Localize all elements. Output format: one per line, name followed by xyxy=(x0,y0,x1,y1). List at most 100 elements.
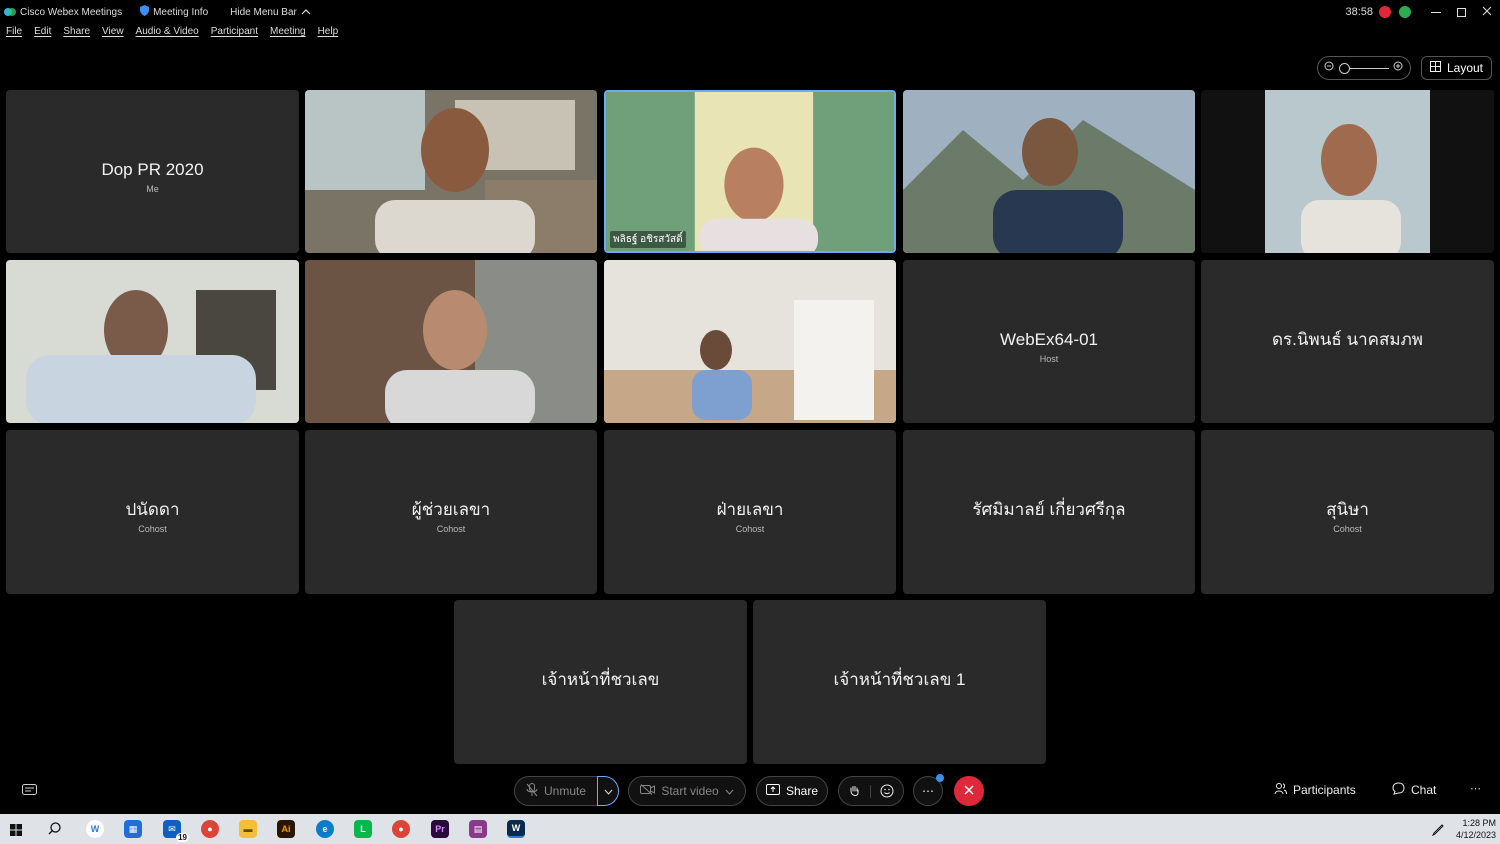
windows-taskbar: W ▦ ✉ 19 ● ▬ Ai e L ● Pr ▤ W 1:28 PM 4/1… xyxy=(0,814,1500,844)
participant-tile-secretary[interactable]: ฝ่ายเลขา Cohost xyxy=(604,430,896,594)
participant-video-room[interactable] xyxy=(604,260,896,423)
participant-tile-webex[interactable]: WebEx64-01 Host xyxy=(903,260,1195,423)
participant-name: เจ้าหน้าที่ชวเลข xyxy=(541,669,660,689)
more-options-button[interactable]: ⋯ xyxy=(913,774,944,806)
participant-tile-staff-1[interactable]: เจ้าหน้าที่ชวเลข 1 xyxy=(753,600,1046,764)
participant-tile-ratsami[interactable]: รัศมิมาลย์ เกี่ยวศรีกุล xyxy=(903,430,1195,594)
app-name: Cisco Webex Meetings xyxy=(20,6,123,18)
app-title: Cisco Webex Meetings xyxy=(4,7,122,18)
participant-name: ปนัดดา xyxy=(125,499,180,519)
unmute-button[interactable]: Unmute xyxy=(514,776,598,806)
zoom-in-icon[interactable] xyxy=(1393,59,1404,77)
participants-icon xyxy=(1274,782,1287,798)
chrome-app-icon[interactable]: ● xyxy=(201,820,219,838)
participant-tile-panadda[interactable]: ปนัดดา Cohost xyxy=(6,430,299,594)
participant-video-office[interactable] xyxy=(6,260,299,423)
network-health-icon[interactable] xyxy=(1399,6,1411,18)
premiere-app-icon[interactable]: Pr xyxy=(431,820,449,838)
participant-video-wall[interactable] xyxy=(1201,90,1494,253)
pen-icon[interactable] xyxy=(1431,823,1444,841)
participant-tile-me[interactable]: Dop PR 2020 Me xyxy=(6,90,299,253)
restore-icon[interactable] xyxy=(1457,7,1466,17)
meeting-info-button[interactable]: Meeting Info xyxy=(140,5,208,19)
participant-name: ผู้ช่วยเลขา xyxy=(411,499,491,519)
audio-options-dropdown[interactable] xyxy=(597,776,619,806)
raise-hand-icon[interactable] xyxy=(839,784,871,798)
camera-off-icon xyxy=(640,784,656,798)
outlook-badge: 19 xyxy=(176,833,189,842)
meeting-timer: 38:58 xyxy=(1345,6,1373,18)
participant-video-car[interactable] xyxy=(305,90,597,253)
store-app-icon[interactable]: ▦ xyxy=(124,820,142,838)
participant-name: ฝ่ายเลขา xyxy=(716,499,784,519)
share-screen-icon xyxy=(765,784,780,798)
word-app-icon[interactable]: W xyxy=(86,820,104,838)
participant-tile-staff[interactable]: เจ้าหน้าที่ชวเลข xyxy=(454,600,747,764)
winrar-app-icon[interactable]: ▤ xyxy=(469,820,487,838)
menu-file[interactable]: File xyxy=(6,26,22,42)
participants-button[interactable]: Participants xyxy=(1274,782,1356,798)
participant-video-bookshelf[interactable] xyxy=(305,260,597,423)
file-explorer-icon[interactable]: ▬ xyxy=(239,820,257,838)
chat-icon xyxy=(1392,782,1405,798)
layout-button[interactable]: Layout xyxy=(1420,56,1492,80)
participant-name: เจ้าหน้าที่ชวเลข 1 xyxy=(833,669,966,689)
webex-logo-icon xyxy=(4,7,16,17)
video-feed-office xyxy=(6,260,299,423)
more-panels-icon[interactable]: ⋯ xyxy=(1470,782,1481,795)
menu-audio-video[interactable]: Audio & Video xyxy=(136,26,199,42)
recording-icon[interactable] xyxy=(1379,6,1391,18)
menu-participant[interactable]: Participant xyxy=(211,26,258,42)
illustrator-app-icon[interactable]: Ai xyxy=(277,820,295,838)
outlook-app-icon[interactable]: ✉ 19 xyxy=(163,820,189,842)
video-feed-mountain xyxy=(903,90,1195,253)
video-feed-room xyxy=(604,260,896,423)
participant-video-active-speaker[interactable]: พลิธฐ์ อชิรสวัสดิ์ xyxy=(604,90,896,253)
participant-role: Me xyxy=(146,183,159,194)
video-feed-bookshelf xyxy=(305,260,597,423)
minimize-icon[interactable] xyxy=(1431,11,1441,13)
participant-role: Cohost xyxy=(735,524,765,534)
participant-tile-sunisa[interactable]: สุนิษา Cohost xyxy=(1201,430,1494,594)
close-icon[interactable] xyxy=(1482,6,1492,19)
start-video-label: Start video xyxy=(661,784,719,798)
captions-icon[interactable] xyxy=(22,784,37,802)
participant-name: ดร.นิพนธ์ นาคสมภพ xyxy=(1272,329,1423,349)
menu-view[interactable]: View xyxy=(102,26,124,42)
zoom-out-icon[interactable] xyxy=(1324,59,1335,77)
leave-meeting-button[interactable] xyxy=(954,776,984,806)
webex-app-icon[interactable]: W xyxy=(507,820,525,838)
participant-tile-assistant[interactable]: ผู้ช่วยเลขา Cohost xyxy=(305,430,597,594)
participant-video-mountain[interactable] xyxy=(903,90,1195,253)
microphone-muted-icon xyxy=(526,782,538,800)
video-feed-speaker xyxy=(606,92,894,251)
start-video-button[interactable]: Start video xyxy=(628,776,746,806)
hide-menu-bar-button[interactable]: Hide Menu Bar xyxy=(226,7,311,18)
grid-icon xyxy=(1429,61,1441,75)
zoom-handle[interactable] xyxy=(1338,62,1350,74)
participant-role: Cohost xyxy=(1333,524,1362,534)
participant-role: Host xyxy=(1039,353,1059,364)
windows-start-icon[interactable] xyxy=(10,823,22,841)
menu-edit[interactable]: Edit xyxy=(34,26,51,42)
menu-help[interactable]: Help xyxy=(318,26,339,42)
unmute-label: Unmute xyxy=(543,784,587,798)
emoji-reaction-icon[interactable] xyxy=(871,784,903,798)
menu-meeting[interactable]: Meeting xyxy=(270,26,306,42)
share-button[interactable]: Share xyxy=(756,776,828,806)
chrome-profile-app-icon[interactable]: ● xyxy=(392,820,410,838)
chevron-down-icon[interactable] xyxy=(725,784,734,798)
meeting-info-label: Meeting Info xyxy=(153,6,209,18)
search-icon[interactable] xyxy=(48,822,61,840)
zoom-track[interactable] xyxy=(1338,62,1389,74)
meeting-controls: Unmute Start video Share ⋯ Participants … xyxy=(0,772,1500,812)
participant-tile-nipon[interactable]: ดร.นิพนธ์ นาคสมภพ xyxy=(1201,260,1494,423)
line-app-icon[interactable]: L xyxy=(354,820,372,838)
system-clock[interactable]: 1:28 PM 4/12/2023 xyxy=(1456,817,1496,841)
menu-share[interactable]: Share xyxy=(63,26,90,42)
title-bar: Cisco Webex Meetings Meeting Info Hide M… xyxy=(0,0,1500,24)
chat-button[interactable]: Chat xyxy=(1392,782,1436,798)
zoom-slider[interactable] xyxy=(1316,56,1411,80)
participant-name: WebEx64-01 xyxy=(1000,329,1098,349)
edge-app-icon[interactable]: e xyxy=(316,820,334,838)
